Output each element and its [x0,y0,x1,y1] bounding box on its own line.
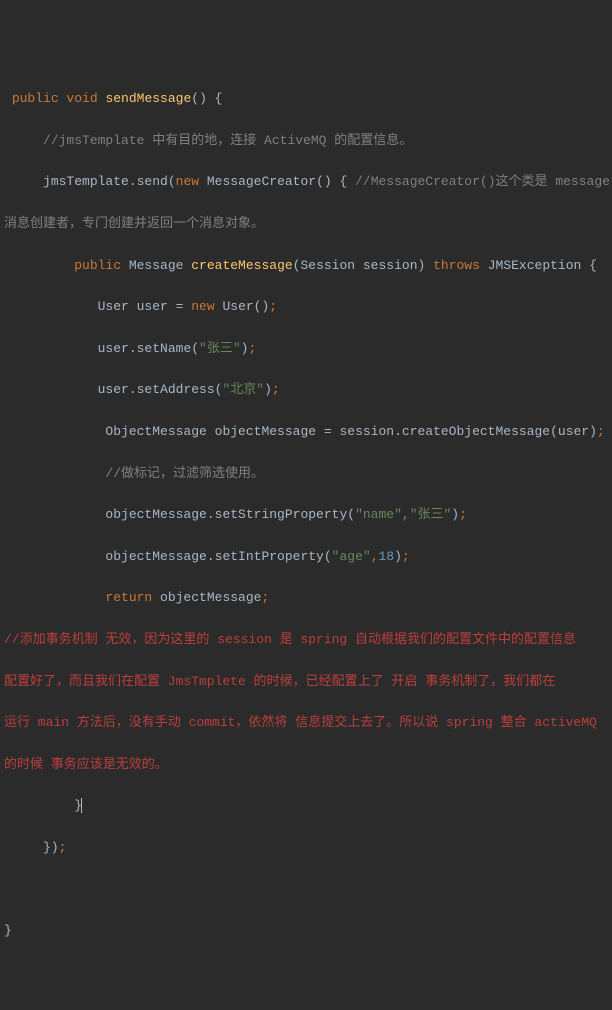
code-line-10[interactable]: //做标记，过滤筛选使用。 [4,464,608,485]
code-line-5[interactable]: public Message createMessage(Session ses… [4,256,608,277]
type: Message [129,258,191,273]
comment: //做标记，过滤筛选使用。 [105,466,264,481]
string: "北京" [222,382,264,397]
comma: , [402,507,410,522]
semicolon: ; [261,590,269,605]
brace: } [4,923,12,938]
code-line-4[interactable]: 消息创建者，专门创建并返回一个消息对象。 [4,214,608,235]
code-line-8[interactable]: user.setAddress("北京"); [4,380,608,401]
code-line-2[interactable]: //jmsTemplate 中有目的地，连接 ActiveMQ 的配置信息。 [4,131,608,152]
code-line-17[interactable]: 的时候 事务应该是无效的。 [4,755,608,776]
code-line-20[interactable]: } [4,921,608,942]
call: user.setAddress( [98,382,223,397]
red-comment: 运行 main 方法后，没有手动 commit，依然将 信息提交上去了。所以说 … [4,715,597,730]
code-line-15[interactable]: 配置好了，而且我们在配置 JmsTmplete 的时候，已经配置上了 开启 事务… [4,672,608,693]
ident: jmsTemplate.send( [43,174,176,189]
semicolon: ; [597,424,605,439]
code-line-19[interactable]: }); [4,838,608,859]
code-line-12[interactable]: objectMessage.setIntProperty("age",18); [4,547,608,568]
keyword-void: void [66,91,105,106]
ident: objectMessage [160,590,261,605]
comment: //MessageCreator()这个类是 message [355,174,610,189]
paren: ) [451,507,459,522]
ctor: User() [222,299,269,314]
paren: ) [394,549,402,564]
code-line-14[interactable]: //添加事务机制 无效，因为这里的 session 是 spring 自动根据我… [4,630,608,651]
ident: MessageCreator() { [207,174,355,189]
params: (Session session) [293,258,433,273]
comment: //jmsTemplate 中有目的地，连接 ActiveMQ 的配置信息。 [43,133,412,148]
semicolon: ; [269,299,277,314]
exception-brace: JMSException { [488,258,597,273]
keyword-return: return [105,590,160,605]
string: "name" [355,507,402,522]
var-decl: User user = [98,299,192,314]
red-comment: 的时候 事务应该是无效的。 [4,757,168,772]
string: "张三" [410,507,452,522]
semicolon: ; [59,840,67,855]
brace-paren: }) [43,840,59,855]
call: objectMessage.setIntProperty( [105,549,331,564]
code-line-18[interactable]: } [4,796,608,817]
code-line-6[interactable]: User user = new User(); [4,297,608,318]
keyword-new: new [191,299,222,314]
code-line-13[interactable]: return objectMessage; [4,588,608,609]
call: objectMessage.setStringProperty( [105,507,355,522]
method-name: sendMessage [105,91,191,106]
text-cursor [81,798,82,813]
red-comment: 配置好了，而且我们在配置 JmsTmplete 的时候，已经配置上了 开启 事务… [4,674,555,689]
code-line-blank[interactable] [4,879,608,900]
code-line-9[interactable]: ObjectMessage objectMessage = session.cr… [4,422,608,443]
red-comment: //添加事务机制 无效，因为这里的 session 是 spring 自动根据我… [4,632,576,647]
semicolon: ; [248,341,256,356]
paren: ) [264,382,272,397]
semicolon: ; [272,382,280,397]
number: 18 [379,549,395,564]
code-line-1[interactable]: public void sendMessage() { [4,89,608,110]
string: "张三" [199,341,241,356]
var-decl: ObjectMessage objectMessage = session.cr… [105,424,596,439]
comment: 消息创建者，专门创建并返回一个消息对象。 [4,216,264,231]
code-line-11[interactable]: objectMessage.setStringProperty("name","… [4,505,608,526]
code-line-7[interactable]: user.setName("张三"); [4,339,608,360]
method-name: createMessage [191,258,292,273]
paren-brace: () { [191,91,222,106]
string: "age" [332,549,371,564]
keyword-public: public [74,258,129,273]
keyword-new: new [176,174,207,189]
comma: , [371,549,379,564]
semicolon: ; [402,549,410,564]
keyword-public: public [12,91,67,106]
code-line-3[interactable]: jmsTemplate.send(new MessageCreator() { … [4,172,608,193]
semicolon: ; [459,507,467,522]
keyword-throws: throws [433,258,488,273]
call: user.setName( [98,341,199,356]
code-line-16[interactable]: 运行 main 方法后，没有手动 commit，依然将 信息提交上去了。所以说 … [4,713,608,734]
